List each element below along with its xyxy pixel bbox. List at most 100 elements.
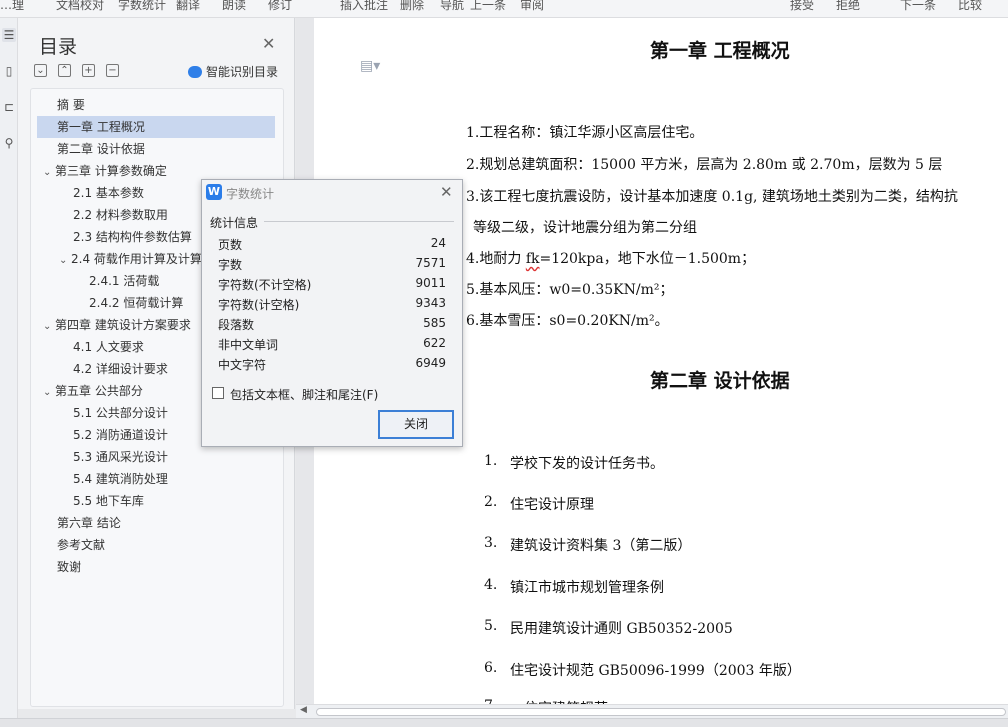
chevron-down-icon[interactable]: ⌄: [43, 316, 55, 338]
toc-item-label: 第二章 设计依据: [57, 142, 145, 156]
list-number: 1.: [484, 453, 498, 469]
close-icon[interactable]: ✕: [262, 34, 275, 53]
ribbon-item[interactable]: 下一条: [900, 0, 936, 13]
bookmark-icon[interactable]: ⊏: [2, 100, 16, 114]
close-button[interactable]: 关闭: [378, 410, 454, 439]
ribbon-item[interactable]: 翻译: [176, 0, 200, 13]
ribbon-item[interactable]: 导航: [440, 0, 464, 13]
paragraph-text: 4.地耐力: [466, 251, 526, 267]
ribbon-item[interactable]: 拒绝: [836, 0, 860, 13]
toc-item-label: 2.1 基本参数: [73, 186, 144, 200]
horizontal-scrollbar[interactable]: ◀: [296, 704, 1008, 718]
word-count-dialog: W 字数统计 ✕ 统计信息 页数 24 字数 7571 字符数(不计空格) 90…: [201, 179, 463, 447]
chevron-down-icon[interactable]: ⌄: [59, 250, 71, 272]
toc-item-label: 5.4 建筑消防处理: [73, 472, 168, 486]
stat-value: 7571: [415, 256, 446, 270]
ribbon-item[interactable]: 朗读: [222, 0, 246, 13]
ribbon-item[interactable]: 上一条: [470, 0, 506, 13]
toc-item[interactable]: 摘 要: [57, 94, 277, 116]
list-number: 3.: [484, 535, 498, 551]
smart-toc-button[interactable]: 智能识别目录: [188, 63, 278, 80]
stat-value: 6949: [415, 356, 446, 370]
stat-label: 中文字符: [218, 358, 267, 372]
toc-item[interactable]: 5.5 地下车库: [73, 490, 277, 512]
ribbon-item[interactable]: 删除: [400, 0, 424, 13]
stat-label: 字数: [218, 258, 243, 272]
close-icon[interactable]: ✕: [440, 183, 453, 201]
paragraph-text: =120kpa，地下水位－1.500m；: [539, 251, 756, 267]
toc-item-label: 4.1 人文要求: [73, 340, 144, 354]
ribbon-toolbar: …理 文档校对 字数统计 翻译 朗读 修订 插入批注 删除 导航 上一条 审阅 …: [0, 0, 1008, 18]
paragraph: 1.工程名称：镇江华源小区高层住宅。: [466, 125, 704, 141]
chevron-down-icon[interactable]: ⌄: [43, 162, 55, 184]
spellcheck-word[interactable]: fk: [526, 251, 540, 267]
ribbon-item[interactable]: 插入批注: [340, 0, 388, 13]
toc-item[interactable]: 5.4 建筑消防处理: [73, 468, 277, 490]
list-item: 建筑设计资料集 3（第二版）: [510, 538, 692, 554]
toc-item-label: 4.2 详细设计要求: [73, 362, 168, 376]
search-icon[interactable]: ⚲: [2, 136, 16, 150]
toc-item[interactable]: 第六章 结论: [57, 512, 277, 534]
toc-item-label: 致谢: [57, 560, 82, 574]
toc-item-label: 第三章 计算参数确定: [55, 164, 167, 178]
toc-item-label: 第四章 建筑设计方案要求: [55, 318, 191, 332]
toc-item-label: 2.3 结构构件参数估算: [73, 230, 192, 244]
page-options-icon[interactable]: ▤▾: [360, 58, 380, 74]
stat-label: 字符数(计空格): [218, 298, 300, 312]
ribbon-item[interactable]: 文档校对: [56, 0, 104, 13]
toc-item[interactable]: 参考文献: [57, 534, 277, 556]
stat-value: 9343: [415, 296, 446, 310]
chapter-heading: 第一章 工程概况: [650, 40, 790, 62]
ribbon-item[interactable]: 修订: [268, 0, 292, 13]
toc-item-label: 5.2 消防通道设计: [73, 428, 168, 442]
paragraph: 6.基本雪压：s0=0.20KN/m²。: [466, 313, 669, 329]
toc-item-label: 2.4.2 恒荷载计算: [89, 296, 184, 310]
collapse-all-icon[interactable]: ⌄: [34, 64, 47, 77]
stat-value: 585: [423, 316, 446, 330]
ribbon-item[interactable]: 接受: [790, 0, 814, 13]
toc-item-label: 参考文献: [57, 538, 106, 552]
checkbox-label[interactable]: 包括文本框、脚注和尾注(F): [230, 386, 378, 403]
ai-icon: [188, 66, 202, 78]
smart-toc-label: 智能识别目录: [206, 65, 279, 79]
dialog-titlebar[interactable]: W 字数统计 ✕: [202, 180, 462, 206]
remove-entry-icon[interactable]: −: [106, 64, 119, 77]
ribbon-item[interactable]: …理: [0, 0, 24, 13]
stat-value: 622: [423, 336, 446, 350]
toc-item-label: 5.1 公共部分设计: [73, 406, 168, 420]
add-entry-icon[interactable]: +: [82, 64, 95, 77]
ribbon-item[interactable]: 审阅: [520, 0, 544, 13]
toc-item-selected[interactable]: 第一章 工程概况: [37, 116, 275, 138]
toc-item-label: 摘 要: [57, 98, 85, 112]
paragraph: 2.规划总建筑面积：15000 平方米，层高为 2.80m 或 2.70m，层数…: [466, 157, 943, 173]
ribbon-item[interactable]: 字数统计: [118, 0, 166, 13]
include-textbox-footnote-checkbox[interactable]: [212, 387, 224, 399]
scrollbar-thumb[interactable]: [316, 708, 1006, 716]
toc-item[interactable]: 5.3 通风采光设计: [73, 446, 277, 468]
toc-item-label: 5.3 通风采光设计: [73, 450, 168, 464]
paragraph: 3.该工程七度抗震设防，设计基本加速度 0.1g, 建筑场地土类别为二类，结构抗: [466, 189, 958, 205]
expand-all-icon[interactable]: ⌃: [58, 64, 71, 77]
page-thumbnail-icon[interactable]: ▯: [2, 64, 16, 78]
list-item: 学校下发的设计任务书。: [510, 456, 664, 472]
list-number: 6.: [484, 660, 498, 676]
toc-item-label: 2.4 荷载作用计算及计算: [71, 252, 202, 266]
toc-title: 目录: [39, 36, 78, 58]
list-item: 住宅设计规范 GB50096-1999（2003 年版）: [510, 663, 801, 679]
wps-writer-logo-icon: W: [206, 184, 222, 200]
stat-value: 24: [430, 236, 446, 250]
stat-label: 页数: [218, 238, 243, 252]
toc-item[interactable]: 第二章 设计依据: [57, 138, 277, 160]
list-item: 民用建筑设计通则 GB50352-2005: [510, 621, 733, 637]
chevron-down-icon[interactable]: ⌄: [43, 382, 55, 404]
toc-panel-icon[interactable]: ☰: [2, 28, 16, 42]
dialog-title: 字数统计: [226, 187, 275, 201]
paragraph: 等级二级，设计地震分组为第二分组: [473, 220, 697, 236]
paragraph: 4.地耐力 fk=120kpa，地下水位－1.500m；: [466, 248, 755, 268]
status-bar: [0, 718, 1008, 727]
ribbon-item[interactable]: 比较: [958, 0, 982, 13]
toc-item[interactable]: 致谢: [57, 556, 277, 578]
scroll-left-icon[interactable]: ◀: [300, 705, 307, 715]
list-number: 5.: [484, 618, 498, 634]
stat-label: 非中文单词: [218, 338, 279, 352]
